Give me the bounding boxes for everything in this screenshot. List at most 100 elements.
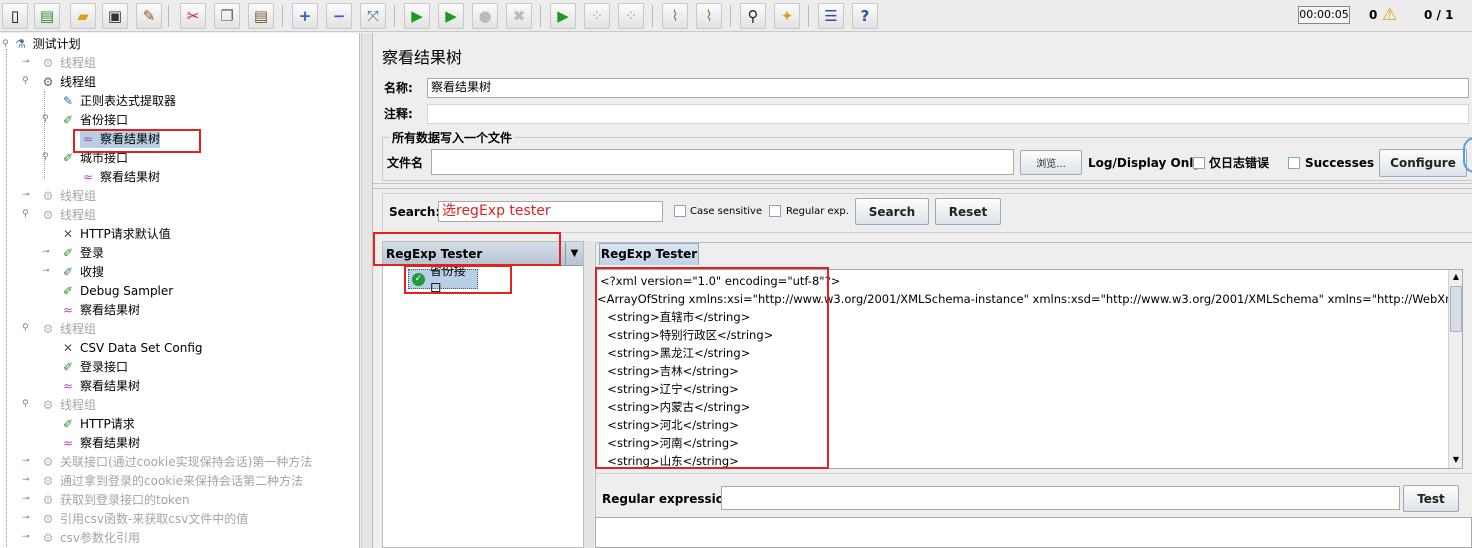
detail-splitter[interactable] bbox=[595, 473, 1472, 479]
browse-button[interactable]: 浏览... bbox=[1020, 150, 1082, 175]
errors-only-checkbox[interactable] bbox=[1193, 157, 1205, 169]
case-sensitive-checkbox[interactable] bbox=[674, 205, 686, 217]
save-icon[interactable]: ▣ bbox=[102, 3, 128, 29]
results-splitter[interactable] bbox=[584, 241, 594, 548]
copy-icon[interactable]: ❐ bbox=[214, 3, 240, 29]
reset-button[interactable]: Reset bbox=[935, 198, 1001, 225]
tree-node[interactable]: ⚙ 线程组 bbox=[40, 206, 96, 224]
warning-icon[interactable]: ⚠ bbox=[1382, 5, 1402, 25]
shutdown-icon[interactable]: ✖ bbox=[506, 3, 532, 29]
search-icon[interactable]: ⚲ bbox=[740, 3, 766, 29]
tree-node[interactable]: ⚙ 通过拿到登录的cookie来保持会话第二种方法 bbox=[40, 472, 303, 490]
tree-node[interactable]: ⚙ 获取到登录接口的token bbox=[40, 491, 190, 509]
tree-node[interactable]: ✐ 收搜 bbox=[60, 263, 104, 281]
function-helper-icon[interactable]: ☰ bbox=[818, 3, 844, 29]
help-circle-icon[interactable] bbox=[1463, 137, 1472, 173]
scroll-up-icon[interactable]: ▲ bbox=[1449, 270, 1462, 284]
successes-checkbox[interactable] bbox=[1288, 157, 1300, 169]
open-icon[interactable]: ▰ bbox=[70, 3, 96, 29]
tree-expand-handle-icon[interactable]: ⊸ bbox=[22, 494, 30, 504]
tree-node[interactable]: ✐ Debug Sampler bbox=[60, 282, 173, 300]
tree-node[interactable]: ⚙ csv参数化引用 bbox=[40, 529, 140, 547]
tree-expand-handle-icon[interactable]: ⚲ bbox=[22, 209, 29, 219]
horizontal-splitter[interactable] bbox=[373, 183, 1472, 189]
tree-expand-handle-icon[interactable]: ⚲ bbox=[42, 152, 49, 162]
regex-label: Regular expression: bbox=[602, 492, 738, 506]
tree-node[interactable]: ✎ 正则表达式提取器 bbox=[60, 92, 176, 110]
tree-node[interactable]: ≈ 察看结果树 bbox=[60, 377, 140, 395]
tree-node[interactable]: ≈ 察看结果树 bbox=[80, 168, 160, 186]
tree-expand-handle-icon[interactable]: ⊸ bbox=[22, 57, 30, 67]
regex-input[interactable] bbox=[721, 486, 1400, 510]
start-icon[interactable]: ▶ bbox=[404, 3, 430, 29]
listener-icon: ≈ bbox=[62, 379, 74, 393]
regex-result-area[interactable] bbox=[595, 517, 1472, 548]
templates-icon[interactable]: ▤ bbox=[34, 3, 60, 29]
stop-icon[interactable]: ● bbox=[472, 3, 498, 29]
toggle-icon[interactable]: ⤧ bbox=[360, 3, 386, 29]
tree-node[interactable]: ✐ 登录接口 bbox=[60, 358, 128, 376]
sampler-icon: ✐ bbox=[62, 417, 74, 431]
tree-node[interactable]: ⚙ 引用csv函数-来获取csv文件中的值 bbox=[40, 510, 249, 528]
tree-expand-handle-icon[interactable]: ⊸ bbox=[22, 513, 30, 523]
tree-node[interactable]: ✐ 省份接口 bbox=[60, 111, 128, 129]
remote-start-icon[interactable]: ▶ bbox=[550, 3, 576, 29]
tree-expand-handle-icon[interactable]: ⚲ bbox=[42, 114, 49, 124]
tree-node[interactable]: ≈ 察看结果树 bbox=[60, 434, 140, 452]
help-icon[interactable]: ? bbox=[852, 3, 878, 29]
tree-node[interactable]: ⚙ 线程组 bbox=[40, 320, 96, 338]
clear-all-icon[interactable]: ⌇ bbox=[696, 3, 722, 29]
tree-expand-handle-icon[interactable]: ⚲ bbox=[22, 399, 29, 409]
tree-node[interactable]: ⚙ 线程组 bbox=[40, 73, 96, 91]
reset-search-icon[interactable]: ✦ bbox=[774, 3, 800, 29]
tree-node[interactable]: ✐ HTTP请求 bbox=[60, 415, 135, 433]
tree-expand-handle-icon[interactable]: ⊸ bbox=[42, 247, 50, 257]
cut-icon[interactable]: ✂ bbox=[180, 3, 206, 29]
configure-button[interactable]: Configure bbox=[1379, 149, 1467, 177]
tree-node[interactable]: ✕ CSV Data Set Config bbox=[60, 339, 203, 357]
paste-icon[interactable]: ▤ bbox=[248, 3, 274, 29]
tree-expand-handle-icon[interactable]: ⚲ bbox=[22, 76, 29, 86]
thread-group-icon: ⚙ bbox=[42, 512, 54, 526]
regular-exp-checkbox[interactable] bbox=[769, 205, 781, 217]
vertical-scrollbar[interactable]: ▲ ▼ bbox=[1448, 270, 1462, 468]
tree-expand-handle-icon[interactable]: ⊸ bbox=[22, 532, 30, 542]
comment-field[interactable] bbox=[427, 104, 1469, 124]
thread-group-icon: ⚙ bbox=[42, 493, 54, 507]
remote-stop-icon[interactable]: ⁘ bbox=[584, 3, 610, 29]
collapse-icon[interactable]: − bbox=[326, 3, 352, 29]
tree-node[interactable]: ⚙ 线程组 bbox=[40, 396, 96, 414]
tree-root-test-plan[interactable]: ⚲ ⚗ 测试计划 bbox=[2, 35, 81, 53]
tree-node[interactable]: ⚙ 线程组 bbox=[40, 54, 96, 72]
tree-node[interactable]: ⚙ 关联接口(通过cookie实现保持会话)第一种方法 bbox=[40, 453, 313, 471]
chevron-down-icon[interactable]: ▼ bbox=[565, 242, 583, 265]
tree-expand-handle-icon[interactable]: ⊸ bbox=[22, 475, 30, 485]
thread-group-icon: ⚙ bbox=[42, 474, 54, 488]
test-button[interactable]: Test bbox=[1403, 485, 1459, 512]
tree-expand-handle-icon[interactable]: ⊸ bbox=[22, 190, 30, 200]
clear-icon[interactable]: ⌇ bbox=[662, 3, 688, 29]
tab-regexp-tester[interactable]: RegExp Tester bbox=[599, 243, 699, 265]
scroll-down-icon[interactable]: ▼ bbox=[1449, 453, 1462, 467]
tree-splitter[interactable] bbox=[361, 33, 373, 548]
scrollbar-thumb[interactable] bbox=[1450, 286, 1462, 332]
remote-shutdown-icon[interactable]: ⁘ bbox=[618, 3, 644, 29]
start-no-pause-icon[interactable]: ▶ bbox=[438, 3, 464, 29]
filename-field[interactable] bbox=[431, 149, 1014, 175]
tree-expand-handle-icon[interactable]: ⊸ bbox=[22, 456, 30, 466]
tree-node-label: CSV Data Set Config bbox=[80, 341, 203, 355]
thread-group-icon: ⚙ bbox=[42, 531, 54, 545]
name-field[interactable]: 察看结果树 bbox=[427, 78, 1469, 98]
tree-node[interactable]: ⚙ 线程组 bbox=[40, 187, 96, 205]
new-icon[interactable]: ▯ bbox=[2, 3, 28, 29]
filename-label: 文件名 bbox=[387, 156, 424, 170]
search-button[interactable]: Search bbox=[855, 198, 929, 225]
tree-expand-handle-icon[interactable]: ⊸ bbox=[42, 266, 50, 276]
tree-node[interactable]: ≈ 察看结果树 bbox=[60, 301, 140, 319]
expand-icon[interactable]: + bbox=[292, 3, 318, 29]
tree-node[interactable]: ✕ HTTP请求默认值 bbox=[60, 225, 171, 243]
tree-node[interactable]: ✐ 登录 bbox=[60, 244, 104, 262]
search-input[interactable]: 选regExp tester bbox=[438, 201, 663, 222]
tree-expand-handle-icon[interactable]: ⚲ bbox=[22, 323, 29, 333]
save-as-icon[interactable]: ✎ bbox=[136, 3, 162, 29]
